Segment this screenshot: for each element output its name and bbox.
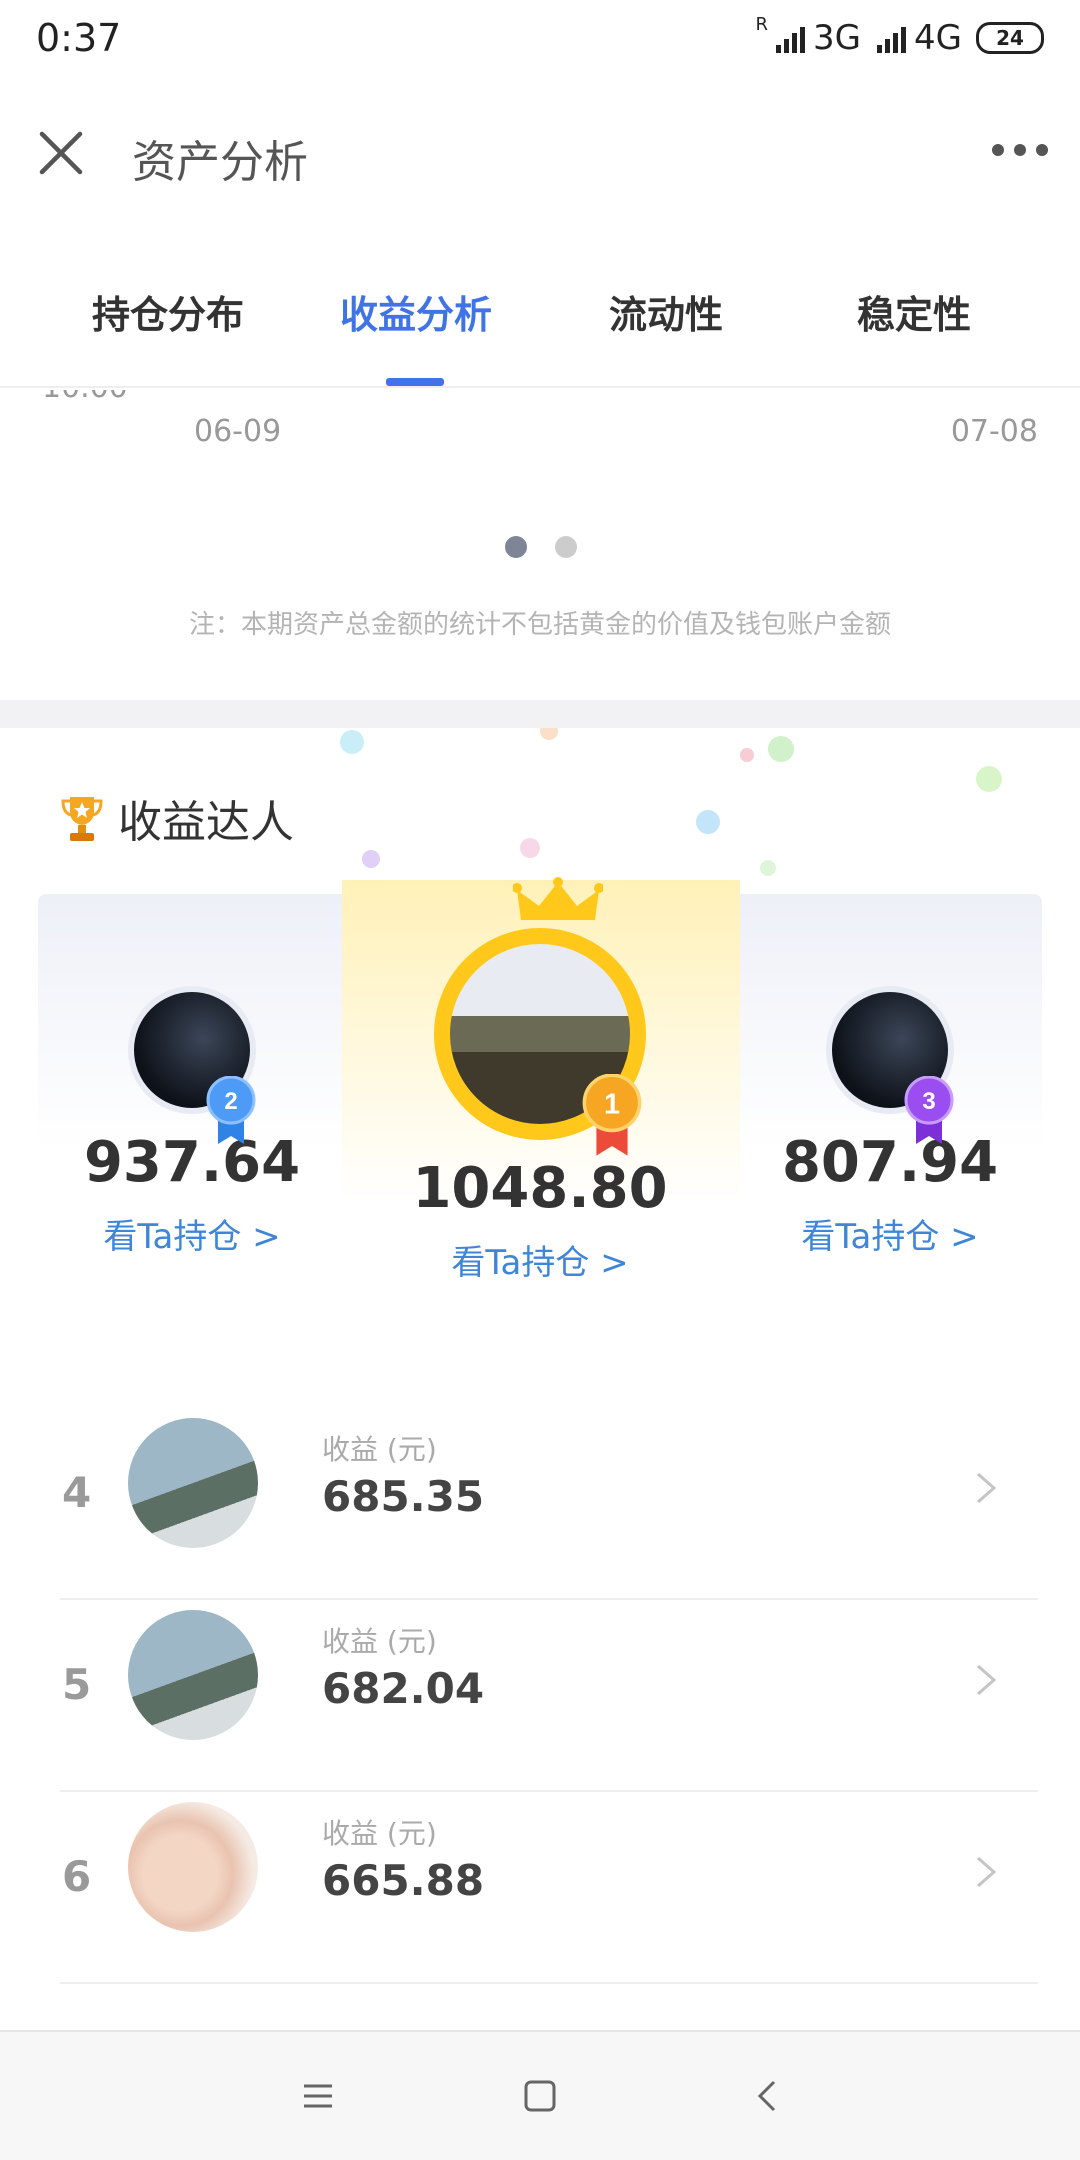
- earnings-value: 665.88: [322, 1856, 485, 1905]
- network-type-1: 3G: [813, 18, 862, 58]
- confetti-dot: [540, 728, 558, 740]
- tab-holdings-distribution[interactable]: 持仓分布: [68, 284, 268, 339]
- crown-icon: [513, 877, 603, 920]
- list-item[interactable]: 4 收益 (元) 685.35: [0, 1408, 1080, 1600]
- medal-rank-3: 3: [922, 1088, 935, 1115]
- divider: [60, 1982, 1038, 1984]
- earnings-value: 682.04: [322, 1664, 485, 1713]
- medal-icon-3: 3: [904, 1076, 954, 1144]
- confetti-dot: [740, 748, 754, 762]
- trophy-icon: [61, 797, 103, 841]
- confetti-dot: [760, 860, 776, 876]
- signal-icon: [776, 23, 806, 53]
- confetti-dot: [976, 766, 1002, 792]
- chevron-right-icon: [977, 1664, 997, 1696]
- back-icon[interactable]: [748, 2076, 788, 2116]
- close-icon[interactable]: [36, 128, 86, 178]
- chevron-right-icon: [977, 1856, 997, 1888]
- chart-area: 10.00 06-09 07-08 注：本期资产总金额的统计不包括黄金的价值及钱…: [0, 390, 1080, 700]
- avatar[interactable]: [128, 1610, 258, 1740]
- battery-icon: 24: [976, 22, 1044, 54]
- earnings-label: 收益 (元): [322, 1625, 437, 1658]
- pager-dots: [505, 536, 577, 558]
- battery-level: 24: [996, 26, 1024, 50]
- status-indicators: R 3G 4G 24: [756, 14, 1044, 58]
- roaming-mark: R: [755, 14, 769, 35]
- chevron-right-icon: [977, 1472, 997, 1504]
- footnote: 注：本期资产总金额的统计不包括黄金的价值及钱包账户金额: [188, 610, 891, 640]
- podium-first[interactable]: 1 1048.80 看Ta持仓 >: [390, 928, 690, 1284]
- system-nav-bar: [0, 2030, 1080, 2160]
- section-title: 收益达人: [60, 786, 294, 850]
- podium-second[interactable]: 2 937.64 看Ta持仓 >: [42, 986, 342, 1258]
- page-title: 资产分析: [132, 137, 308, 188]
- network-type-2: 4G: [914, 18, 962, 58]
- view-holdings-link[interactable]: 看Ta持仓 >: [42, 1209, 342, 1258]
- x-axis-start-label: 06-09: [194, 414, 282, 449]
- pager-dot-1[interactable]: [505, 536, 527, 558]
- confetti-dot: [768, 736, 794, 762]
- section-divider: [0, 700, 1080, 728]
- signal-icon-2: [877, 23, 907, 53]
- home-icon[interactable]: [520, 2076, 560, 2116]
- menu-icon[interactable]: [298, 2076, 338, 2116]
- tab-stability[interactable]: 稳定性: [814, 284, 1014, 339]
- view-holdings-link[interactable]: 看Ta持仓 >: [390, 1235, 690, 1284]
- tab-earnings-analysis[interactable]: 收益分析: [316, 284, 516, 339]
- view-holdings-link[interactable]: 看Ta持仓 >: [740, 1209, 1040, 1258]
- rank-number: 6: [62, 1852, 92, 1901]
- app-header: 资产分析: [0, 76, 1080, 236]
- list-item[interactable]: 6 收益 (元) 665.88: [0, 1792, 1080, 1984]
- x-axis-end-label: 07-08: [950, 414, 1038, 449]
- earnings-label: 收益 (元): [322, 1433, 437, 1466]
- tab-liquidity[interactable]: 流动性: [566, 284, 766, 339]
- rank-number: 5: [62, 1660, 92, 1709]
- rank-list: 4 收益 (元) 685.35 5 收益 (元) 682.04 6 收益 (元)…: [0, 1408, 1080, 1984]
- section-title-text: 收益达人: [118, 797, 294, 848]
- more-icon[interactable]: [992, 144, 1048, 156]
- confetti-dot: [520, 838, 540, 858]
- rank-number: 4: [62, 1468, 92, 1517]
- medal-icon-2: 2: [206, 1076, 256, 1144]
- avatar[interactable]: [128, 1418, 258, 1548]
- confetti-dot: [340, 730, 364, 754]
- medal-icon-1: 1: [582, 1074, 642, 1156]
- earnings-label: 收益 (元): [322, 1817, 437, 1850]
- podium-score: 1048.80: [412, 1156, 668, 1221]
- podium-third[interactable]: 3 807.94 看Ta持仓 >: [740, 986, 1040, 1258]
- confetti-dot: [696, 810, 720, 834]
- medal-rank-1: 1: [604, 1089, 620, 1121]
- pager-dot-2[interactable]: [555, 536, 577, 558]
- status-bar: 0:37 R 3G 4G 24: [0, 0, 1080, 76]
- tab-bar: 持仓分布 收益分析 流动性 稳定性: [0, 236, 1080, 388]
- podium-score: 937.64: [83, 1130, 301, 1195]
- earnings-value: 685.35: [322, 1472, 485, 1521]
- medal-rank-2: 2: [224, 1088, 237, 1115]
- active-tab-indicator: [386, 378, 444, 386]
- avatar[interactable]: [128, 1802, 258, 1932]
- podium-score: 807.94: [781, 1130, 999, 1195]
- list-item[interactable]: 5 收益 (元) 682.04: [0, 1600, 1080, 1792]
- confetti-dot: [362, 850, 380, 868]
- status-time: 0:37: [36, 16, 122, 60]
